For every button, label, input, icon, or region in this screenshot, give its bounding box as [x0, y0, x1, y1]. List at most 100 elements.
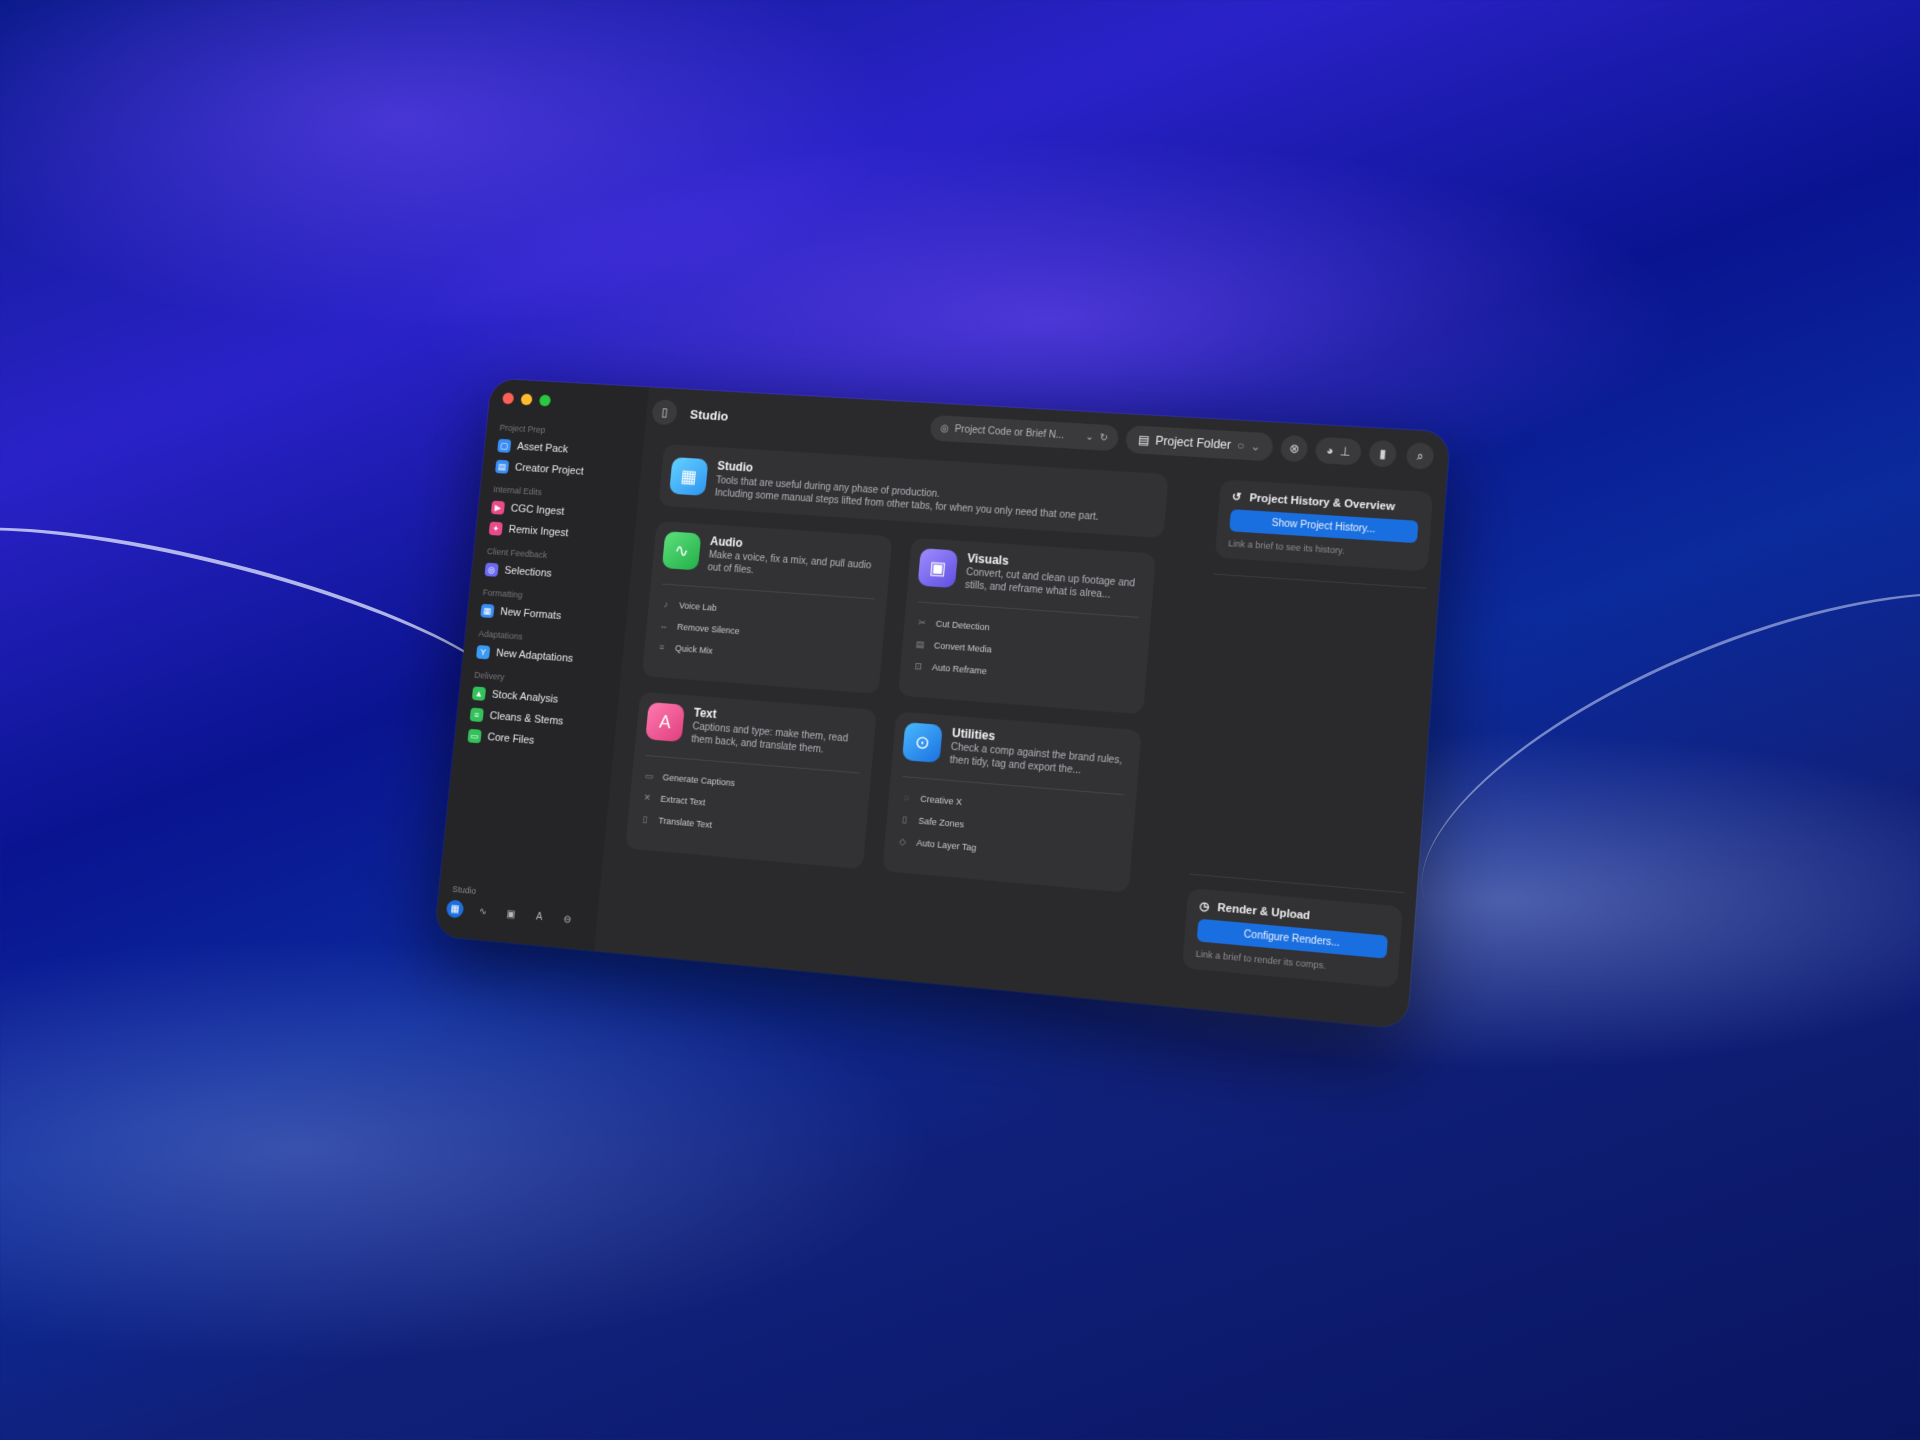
sidebar-footer: Studio ▦ ∿ ▣ A ⊖	[445, 884, 579, 929]
palette-icon[interactable]: ◕	[1326, 443, 1335, 457]
tool-label: Quick Mix	[674, 643, 714, 656]
chart-icon: ▲	[471, 686, 487, 701]
app-window: Project Prep ▢ Asset Pack ▤ Creator Proj…	[434, 378, 1451, 1029]
wand-icon: ✦	[488, 521, 503, 536]
search-icon[interactable]: ⌕	[1405, 442, 1435, 470]
history-card: ↺ Project History & Overview Show Projec…	[1214, 479, 1434, 572]
utilities-description: Check a comp against the brand rules, th…	[949, 741, 1123, 776]
compass-icon: ◎	[939, 422, 950, 435]
project-folder-button[interactable]: ▤ Project Folder ○ ⌄	[1124, 425, 1275, 462]
sidebar-item-label: Selections	[503, 564, 553, 580]
voice-icon: ♪	[663, 599, 669, 610]
more-icon[interactable]: ⊖	[558, 910, 577, 929]
folder-icon: ▤	[1137, 432, 1151, 448]
tool-label: Remove Silence	[676, 621, 741, 637]
waveform-icon[interactable]: ∿	[474, 902, 493, 921]
sidebar-toggle-icon[interactable]: ▯	[651, 399, 679, 426]
file-icon: ▭	[467, 728, 482, 744]
tool-label: Auto Reframe	[931, 662, 988, 677]
audio-card[interactable]: ∿ Audio Make a voice, fix a mix, and pul…	[641, 520, 893, 695]
tool-label: Cut Detection	[935, 618, 991, 633]
text-icon: A	[645, 702, 685, 743]
sidebar-item-label: Creator Project	[514, 461, 585, 478]
extract-icon: ✕	[643, 791, 652, 803]
tool-label: Translate Text	[658, 815, 713, 830]
visuals-description: Convert, cut and clean up footage and st…	[964, 567, 1136, 601]
window-title: Studio	[689, 406, 729, 424]
reframe-icon: ⊡	[914, 660, 923, 671]
more-icon: ⊙	[902, 722, 943, 763]
waveform-icon: ∿	[661, 531, 702, 571]
visuals-title: Visuals	[966, 551, 1010, 568]
minimize-window-button[interactable]	[520, 393, 533, 406]
history-title: Project History & Overview	[1249, 491, 1396, 513]
layout-icon: ▦	[480, 603, 495, 619]
tool-label: Creative X	[919, 793, 963, 808]
main-content: ▦ Studio Tools that are useful during an…	[594, 435, 1189, 1004]
translate-icon: ▯	[642, 813, 649, 824]
clear-icon[interactable]: ⊗	[1280, 434, 1309, 463]
check-circle-icon: ◌	[903, 792, 910, 803]
box-icon: ▢	[497, 438, 512, 453]
tag-icon: ◇	[898, 835, 907, 847]
window-controls	[502, 392, 552, 407]
sidebar-item-label: Core Files	[486, 731, 535, 747]
sidebar-item-label: New Adaptations	[495, 647, 574, 665]
timer-icon: ◷	[1198, 900, 1210, 914]
sidebar-item-label: New Formats	[499, 606, 562, 623]
tool-label: Extract Text	[660, 793, 706, 808]
sidebar-item-label: Cleans & Stems	[489, 710, 564, 728]
divider	[1213, 573, 1427, 589]
refresh-icon[interactable]: ↻	[1099, 432, 1108, 443]
utilities-card[interactable]: ⊙ Utilities Check a comp against the bra…	[882, 711, 1142, 893]
sidebar-item-label: CGC Ingest	[510, 502, 565, 518]
layers-icon: ≡	[469, 707, 484, 723]
image-icon: ▣	[917, 548, 959, 589]
text-card[interactable]: A Text Captions and type: make them, rea…	[625, 691, 877, 870]
text-icon[interactable]: A	[530, 907, 549, 926]
visuals-card[interactable]: ▣ Visuals Convert, cut and clean up foot…	[897, 537, 1157, 715]
render-card: ◷ Render & Upload Configure Renders... L…	[1182, 887, 1403, 988]
film-icon: ▤	[915, 638, 925, 650]
tool-label: Voice Lab	[678, 600, 718, 613]
inspector-toggle-icon[interactable]: ▮	[1368, 439, 1398, 468]
render-title: Render & Upload	[1217, 901, 1311, 922]
cut-silence-icon: ↔	[659, 620, 669, 631]
tool-auto-reframe[interactable]: ⊡ Auto Reframe	[911, 655, 990, 683]
tool-quick-mix[interactable]: ≡ Quick Mix	[655, 636, 738, 664]
sliders-icon: ≡	[658, 642, 665, 653]
studio-title: Studio	[716, 458, 754, 475]
text-tools: ▭ Generate Captions ✕ Extract Text ▯ Transl…	[638, 765, 736, 838]
zoom-window-button[interactable]	[538, 394, 552, 407]
pin-icon[interactable]: ⊥	[1339, 444, 1351, 459]
utilities-tools: ◌ Creative X ▯ Safe Zones ◇ Auto Layer Tag	[896, 786, 981, 859]
tool-label: Convert Media	[933, 640, 993, 655]
selection-icon: ◎	[484, 562, 499, 577]
chevron-down-icon[interactable]: ⌄	[1250, 439, 1261, 454]
project-folder-label: Project Folder	[1154, 433, 1232, 452]
visuals-tools: ✂ Cut Detection ▤ Convert Media ⊡ Auto Refr…	[911, 611, 994, 682]
branch-icon: Y	[475, 644, 491, 660]
image-icon[interactable]: ▣	[502, 905, 521, 924]
brief-field[interactable]: ◎ Project Code or Brief N... ⌄ ↻	[929, 414, 1120, 452]
grid-icon: ▦	[669, 457, 709, 496]
sidebar-item-label: Asset Pack	[516, 440, 569, 456]
sidebar-nav: Project Prep ▢ Asset Pack ▤ Creator Proj…	[463, 415, 636, 758]
grid-icon[interactable]: ▦	[445, 899, 465, 919]
sidebar-item-label: Remix Ingest	[508, 523, 569, 540]
mode-switcher: ▦ ∿ ▣ A ⊖	[445, 899, 577, 929]
chevron-down-icon[interactable]: ⌄	[1085, 431, 1094, 442]
status-circle-icon: ○	[1236, 438, 1245, 453]
tool-label: Safe Zones	[918, 815, 965, 830]
audio-title: Audio	[709, 534, 744, 550]
folder-icon: ▤	[494, 459, 510, 474]
history-icon: ↺	[1231, 491, 1242, 504]
video-icon: ▶	[490, 500, 506, 515]
utilities-title: Utilities	[951, 725, 996, 744]
sidebar-item-label: Stock Analysis	[491, 688, 559, 706]
tool-label: Auto Layer Tag	[916, 837, 977, 853]
inspector-panel: ↺ Project History & Overview Show Projec…	[1167, 469, 1447, 1029]
studio-description: Tools that are useful during any phase o…	[714, 475, 1100, 523]
close-window-button[interactable]	[502, 392, 515, 405]
phone-icon: ▯	[901, 813, 908, 825]
